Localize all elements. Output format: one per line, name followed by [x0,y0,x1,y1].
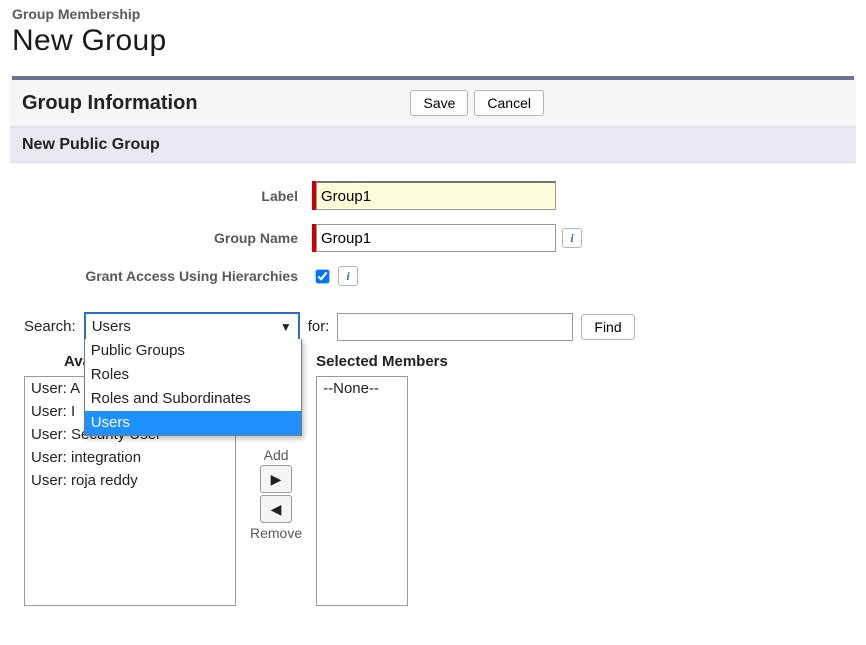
add-button[interactable]: ▶ [260,465,292,493]
selected-column: Selected Members --None-- [316,353,448,606]
breadcrumb: Group Membership [10,6,856,22]
save-button[interactable]: Save [410,90,468,116]
search-label: Search: [24,318,76,335]
hierarchies-checkbox[interactable] [316,269,330,283]
page-title: New Group [12,24,856,58]
move-controls: Add ▶ ◀ Remove [250,447,302,541]
select-option[interactable]: Roles and Subordinates [85,387,301,411]
caret-down-icon: ▼ [280,317,292,337]
find-button[interactable]: Find [581,314,634,340]
section-header: Group Information Save Cancel [10,80,856,127]
section-title: Group Information [22,92,198,115]
form-row-hierarchies: Grant Access Using Hierarchies i [20,266,846,286]
search-select-dropdown: Public Groups Roles Roles and Subordinat… [84,339,302,436]
remove-button[interactable]: ◀ [260,495,292,523]
list-item[interactable]: --None-- [317,377,407,400]
arrow-right-icon: ▶ [271,471,282,488]
hierarchies-label: Grant Access Using Hierarchies [20,268,312,284]
remove-label: Remove [250,525,302,541]
sub-header: New Public Group [10,127,856,163]
add-label: Add [264,447,289,463]
select-option[interactable]: Users [85,411,301,435]
search-select-value: Users [92,318,131,335]
cancel-button[interactable]: Cancel [474,90,544,116]
select-option[interactable]: Public Groups [85,339,301,363]
search-select[interactable]: Users ▼ Public Groups Roles Roles and Su… [84,312,300,341]
search-row: Search: Users ▼ Public Groups Roles Role… [24,312,842,341]
info-icon[interactable]: i [338,266,358,286]
form-row-group-name: Group Name i [20,224,846,252]
arrow-left-icon: ◀ [271,501,282,518]
group-name-input[interactable] [316,224,556,252]
info-icon[interactable]: i [562,228,582,248]
for-label: for: [308,318,330,335]
list-item[interactable]: User: integration [25,446,235,469]
search-select-display[interactable]: Users ▼ [84,312,300,341]
group-name-label: Group Name [20,230,312,246]
select-option[interactable]: Roles [85,363,301,387]
label-field-label: Label [20,188,312,204]
selected-members-list[interactable]: --None-- [316,376,408,606]
list-item[interactable]: User: roja reddy [25,469,235,492]
form-row-label: Label [20,181,846,210]
label-input[interactable] [316,181,556,210]
selected-members-title: Selected Members [316,353,448,370]
search-for-input[interactable] [337,313,573,341]
